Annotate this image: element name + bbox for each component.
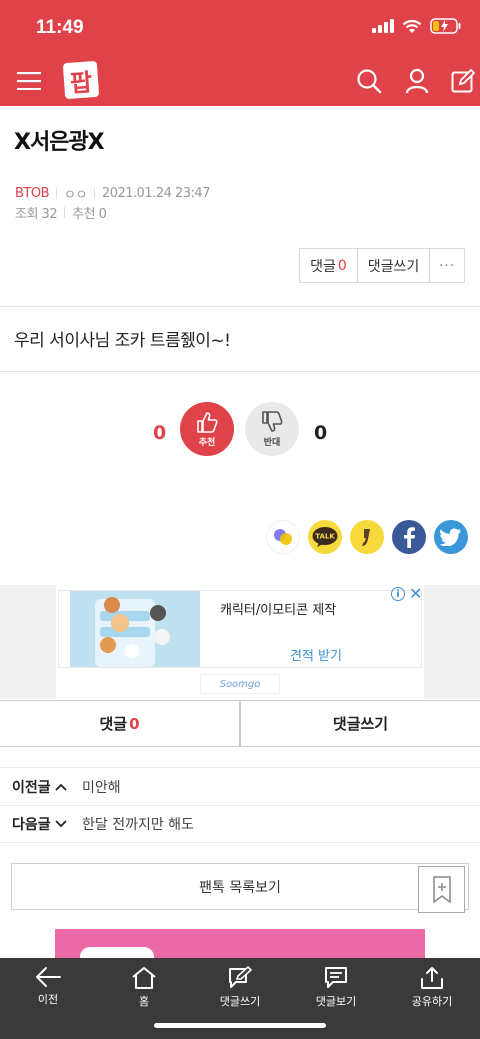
- ad-illustration: [95, 597, 170, 667]
- prev-post-label: 이전글: [12, 777, 67, 797]
- twitter-icon: [440, 528, 461, 546]
- post-recommends: 추천 0: [72, 207, 107, 222]
- chevron-up-icon: [55, 783, 67, 791]
- tab-comments[interactable]: 댓글 0: [0, 701, 241, 746]
- downvote-label: 반대: [263, 438, 281, 448]
- next-post-row[interactable]: 다음글 한달 전까지만 해도: [0, 805, 480, 843]
- edit-icon: [451, 69, 475, 93]
- status-bar: 11:49: [0, 0, 480, 56]
- divider: [0, 306, 480, 307]
- menu-button[interactable]: [12, 64, 46, 98]
- app-logo[interactable]: 팝: [62, 60, 100, 100]
- more-button[interactable]: ···: [430, 249, 464, 282]
- kakaotalk-icon: TALK: [312, 527, 338, 547]
- downvote-count: 0: [314, 422, 328, 444]
- share-kakaostory-button[interactable]: [350, 520, 384, 554]
- arrow-left-icon: [36, 967, 61, 987]
- battery-icon: [430, 18, 461, 34]
- share-facebook-button[interactable]: [392, 520, 426, 554]
- share-twitter-button[interactable]: [434, 520, 468, 554]
- prev-post-label-text: 이전글: [12, 779, 51, 796]
- post-body: 우리 서이사님 조카 트름쥀이~!: [14, 331, 231, 351]
- home-icon: [132, 967, 156, 989]
- comments-count: 0: [337, 257, 347, 274]
- post-title: X서은광X: [14, 130, 105, 155]
- meta-divider: [56, 188, 58, 199]
- post-meta: BTOB ㅇㅇ 2021.01.24 23:47: [15, 184, 210, 203]
- write-comment-icon: [229, 966, 253, 988]
- tabbar-share-label: 공유하기: [411, 995, 453, 1008]
- upvote-label: 추천: [198, 438, 216, 448]
- thumbs-down-icon: [262, 411, 283, 432]
- wifi-icon: [402, 19, 422, 33]
- comments-button[interactable]: 댓글 0: [300, 249, 358, 282]
- ad-brand[interactable]: Soomgo: [200, 674, 280, 694]
- tabbar-back[interactable]: 이전: [0, 958, 96, 1039]
- post-datetime: 2021.01.24 23:47: [101, 186, 211, 201]
- meta-divider: [64, 207, 66, 218]
- post-author[interactable]: ㅇㅇ: [64, 184, 87, 203]
- post-category[interactable]: BTOB: [15, 186, 50, 201]
- facebook-icon: [404, 527, 415, 548]
- ad-info-icon[interactable]: i: [391, 587, 405, 601]
- divider: [0, 371, 480, 372]
- meta-divider: [93, 188, 95, 199]
- ad-title[interactable]: 캐릭터/이모티콘 제작: [220, 599, 336, 618]
- bookmark-button[interactable]: [418, 866, 465, 913]
- downvote-button[interactable]: 반대: [245, 402, 299, 456]
- prev-post-title: 미안해: [82, 779, 121, 796]
- search-button[interactable]: [352, 64, 386, 98]
- band-icon: [274, 529, 292, 545]
- write-post-button[interactable]: [446, 64, 480, 98]
- status-icons: [372, 18, 462, 34]
- tabbar-share[interactable]: 공유하기: [384, 958, 480, 1039]
- app-header: 팝: [0, 56, 480, 106]
- view-comments-icon: [325, 967, 347, 988]
- post-action-bar: 댓글 0 댓글쓰기 ···: [299, 248, 465, 283]
- post-stats: 조회 32 추천 0: [15, 203, 107, 222]
- share-buttons: TALK: [266, 520, 468, 554]
- chevron-down-icon: [55, 820, 67, 828]
- bookmark-add-icon: [432, 875, 451, 903]
- next-post-title: 한달 전까지만 해도: [82, 817, 194, 833]
- list-view-button[interactable]: 팬톡 목록보기: [11, 863, 469, 910]
- home-indicator[interactable]: [154, 1023, 326, 1028]
- upvote-count: 0: [153, 422, 167, 444]
- next-post-label-text: 다음글: [12, 817, 51, 833]
- tab-write-comment[interactable]: 댓글쓰기: [241, 701, 480, 746]
- post-views: 조회 32: [15, 207, 58, 222]
- ad-cta[interactable]: 견적 받기: [290, 645, 342, 664]
- tab-comments-label: 댓글: [99, 715, 128, 733]
- kakaostory-icon: [362, 529, 370, 546]
- kakaotalk-label: TALK: [315, 533, 335, 541]
- tabbar-home-label: 홈: [138, 995, 150, 1008]
- signal-icon: [372, 19, 394, 33]
- upvote-button[interactable]: 추천: [180, 402, 234, 456]
- profile-button[interactable]: [400, 64, 434, 98]
- comments-label: 댓글: [310, 258, 336, 275]
- thumbs-up-icon: [197, 412, 218, 433]
- share-kakaotalk-button[interactable]: TALK: [308, 520, 342, 554]
- hamburger-icon: [17, 72, 41, 90]
- status-time: 11:49: [36, 17, 84, 38]
- ad-close-icon[interactable]: ✕: [409, 584, 422, 603]
- ad-image[interactable]: [70, 591, 200, 667]
- share-band-button[interactable]: [266, 520, 300, 554]
- user-icon: [405, 68, 429, 94]
- search-icon: [357, 69, 382, 94]
- tabbar-back-label: 이전: [37, 993, 59, 1006]
- comment-tabs: 댓글 0 댓글쓰기: [0, 700, 480, 747]
- tab-comments-count: 0: [129, 714, 140, 733]
- write-comment-button[interactable]: 댓글쓰기: [358, 249, 430, 282]
- share-icon: [421, 967, 443, 989]
- tabbar-write-comment-label: 댓글쓰기: [219, 995, 261, 1008]
- tabbar-view-comments-label: 댓글보기: [315, 995, 357, 1008]
- prev-post-row[interactable]: 이전글 미안해: [0, 767, 480, 805]
- next-post-label: 다음글: [12, 814, 67, 834]
